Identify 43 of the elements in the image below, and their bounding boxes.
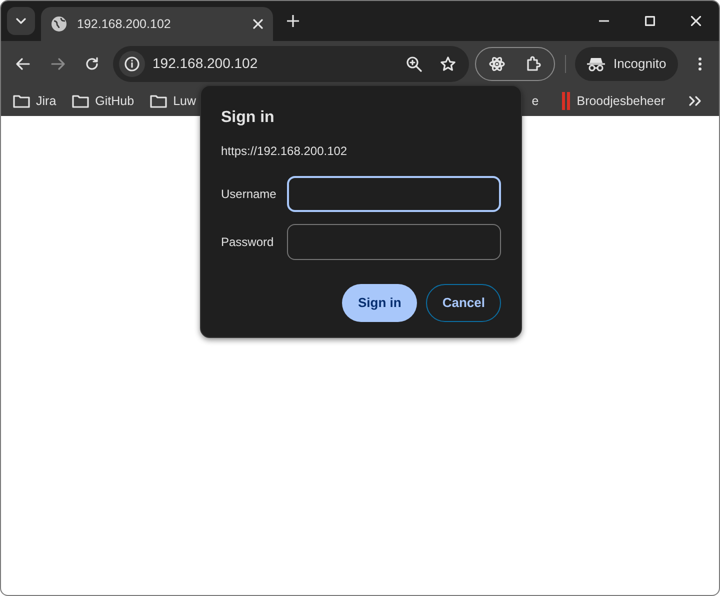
bookmark[interactable]: Broodjesbeheer — [560, 92, 665, 110]
globe-icon — [51, 16, 67, 32]
close-tab-button[interactable] — [253, 19, 263, 29]
bars-icon — [560, 92, 571, 110]
close-icon — [253, 19, 263, 29]
dialog-title: Sign in — [221, 108, 276, 128]
bookmark[interactable]: Jira — [13, 92, 56, 110]
maximize-icon — [645, 16, 655, 26]
plus-icon — [287, 15, 299, 27]
tab-list-button[interactable] — [7, 7, 35, 35]
url-text: 192.168.200.102 — [152, 54, 259, 73]
folder-icon — [72, 94, 90, 108]
forward-arrow-icon — [50, 56, 66, 72]
chevron-down-icon — [16, 18, 26, 24]
zoom-in-icon — [406, 56, 422, 72]
address-bar[interactable]: 192.168.200.102 — [112, 46, 468, 82]
double-chevron-icon — [687, 93, 703, 109]
bookmark[interactable]: e — [532, 92, 539, 110]
close-icon — [691, 16, 701, 26]
site-origin: https://192.168.200.102 — [221, 143, 348, 160]
tab-title: 192.168.200.102 — [77, 16, 172, 33]
input-field[interactable] — [287, 224, 501, 260]
incognito-button[interactable]: Incognito — [575, 46, 678, 80]
new-tab-button[interactable] — [287, 15, 299, 27]
info-icon — [124, 56, 140, 72]
sign-in-button[interactable]: Sign in — [342, 284, 418, 322]
browser-tab[interactable]: 192.168.200.102 — [41, 7, 273, 41]
field-label: Password — [221, 234, 275, 251]
reload-icon — [84, 56, 100, 72]
folder-icon — [13, 94, 30, 108]
star-icon — [440, 56, 456, 72]
cancel-button[interactable]: Cancel — [426, 284, 501, 322]
incognito-icon — [587, 56, 606, 72]
input-field[interactable] — [287, 176, 501, 212]
back-arrow-icon — [15, 56, 32, 72]
field-label: Username — [221, 186, 278, 203]
atom-icon — [488, 56, 504, 72]
bookmark[interactable]: Luw — [150, 92, 196, 110]
site-info-button[interactable] — [118, 50, 144, 76]
bookmark[interactable]: GitHub — [72, 92, 134, 110]
puzzle-icon — [524, 56, 540, 72]
more-vertical-icon — [698, 56, 702, 70]
folder-icon — [150, 94, 168, 108]
